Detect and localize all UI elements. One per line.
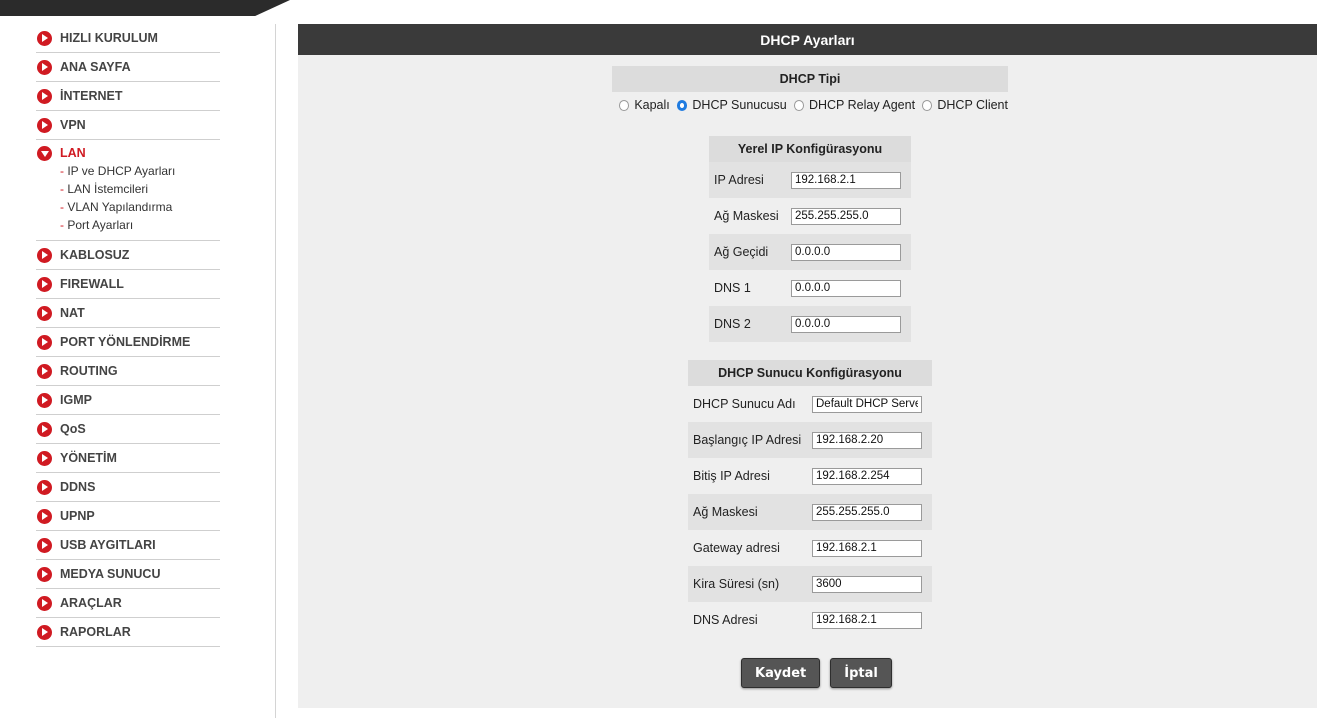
- field-row-gateway-address: Gateway adresi: [688, 530, 932, 566]
- nav-subitem-port-settings[interactable]: - Port Ayarları: [60, 216, 220, 234]
- dhcp-server-section: DHCP Sunucu Konfigürasyonu DHCP Sunucu A…: [688, 360, 932, 638]
- field-row-server-mask: Ağ Maskesi: [688, 494, 932, 530]
- arrow-right-icon: [37, 450, 52, 466]
- arrow-right-icon: [37, 247, 52, 263]
- nav-item-igmp[interactable]: IGMP: [36, 386, 220, 415]
- nav-item-yonetim[interactable]: YÖNETİM: [36, 444, 220, 473]
- local-ip-heading: Yerel IP Konfigürasyonu: [709, 136, 911, 162]
- dhcp-type-section: DHCP Tipi Kapalı DHCP Sunucusu DHCP Rela…: [612, 66, 1008, 118]
- save-button[interactable]: Kaydet: [741, 658, 821, 688]
- dns1-input[interactable]: [791, 279, 901, 297]
- arrow-right-icon: [37, 421, 52, 437]
- dhcp-type-heading: DHCP Tipi: [612, 66, 1008, 92]
- field-row-start-ip: Başlangıç IP Adresi: [688, 422, 932, 458]
- nav-item-hizli-kurulum[interactable]: HIZLI KURULUM: [36, 24, 220, 53]
- lease-time-input[interactable]: [812, 575, 922, 593]
- arrow-right-icon: [37, 276, 52, 292]
- nav-item-usb-aygitlari[interactable]: USB AYGITLARI: [36, 531, 220, 560]
- nav-item-ddns[interactable]: DDNS: [36, 473, 220, 502]
- nav-group-lan: LAN - IP ve DHCP Ayarları - LAN İstemcil…: [36, 140, 220, 241]
- nav-subitem-vlan[interactable]: - VLAN Yapılandırma: [60, 198, 220, 216]
- arrow-right-icon: [37, 334, 52, 350]
- nav-item-raporlar[interactable]: RAPORLAR: [36, 618, 220, 647]
- arrow-right-icon: [37, 59, 52, 75]
- subnet-mask-input[interactable]: [791, 207, 901, 225]
- sidebar-nav: HIZLI KURULUM ANA SAYFA İNTERNET VPN LAN…: [36, 24, 220, 647]
- server-mask-input[interactable]: [812, 503, 922, 521]
- field-row-ip-address: IP Adresi: [709, 162, 911, 198]
- nav-item-firewall[interactable]: FIREWALL: [36, 270, 220, 299]
- start-ip-input[interactable]: [812, 431, 922, 449]
- arrow-down-icon: [37, 145, 52, 161]
- arrow-right-icon: [37, 363, 52, 379]
- arrow-right-icon: [37, 595, 52, 611]
- field-row-dns1: DNS 1: [709, 270, 911, 306]
- nav-item-nat[interactable]: NAT: [36, 299, 220, 328]
- field-row-dns-address: DNS Adresi: [688, 602, 932, 638]
- dhcp-server-heading: DHCP Sunucu Konfigürasyonu: [688, 360, 932, 386]
- nav-item-kablosuz[interactable]: KABLOSUZ: [36, 241, 220, 270]
- radio-dhcp-client[interactable]: [922, 99, 933, 111]
- sidebar-divider: [275, 24, 276, 718]
- nav-item-qos[interactable]: QoS: [36, 415, 220, 444]
- dns-address-input[interactable]: [812, 611, 922, 629]
- nav-item-vpn[interactable]: VPN: [36, 111, 220, 140]
- arrow-right-icon: [37, 392, 52, 408]
- field-row-subnet-mask: Ağ Maskesi: [709, 198, 911, 234]
- radio-dhcp-relay-agent[interactable]: [793, 99, 804, 111]
- arrow-right-icon: [37, 624, 52, 640]
- field-row-lease-time: Kira Süresi (sn): [688, 566, 932, 602]
- arrow-right-icon: [37, 30, 52, 46]
- field-row-dns2: DNS 2: [709, 306, 911, 342]
- nav-item-routing[interactable]: ROUTING: [36, 357, 220, 386]
- radio-kapali[interactable]: [619, 99, 630, 111]
- page-title: DHCP Ayarları: [298, 24, 1317, 55]
- nav-item-lan[interactable]: LAN: [36, 144, 220, 162]
- ip-address-input[interactable]: [791, 171, 901, 189]
- field-row-end-ip: Bitiş IP Adresi: [688, 458, 932, 494]
- field-row-server-name: DHCP Sunucu Adı: [688, 386, 932, 422]
- end-ip-input[interactable]: [812, 467, 922, 485]
- nav-item-port-yonlendirme[interactable]: PORT YÖNLENDİRME: [36, 328, 220, 357]
- arrow-right-icon: [37, 508, 52, 524]
- local-ip-section: Yerel IP Konfigürasyonu IP Adresi Ağ Mas…: [709, 136, 911, 342]
- server-name-input[interactable]: [812, 395, 922, 413]
- top-banner-shape: [0, 0, 290, 16]
- form-actions: Kaydet İptal: [741, 658, 892, 688]
- gateway-address-input[interactable]: [812, 539, 922, 557]
- dns2-input[interactable]: [791, 315, 901, 333]
- arrow-right-icon: [37, 566, 52, 582]
- nav-subitem-ip-dhcp[interactable]: - IP ve DHCP Ayarları: [60, 162, 220, 180]
- nav-item-medya-sunucu[interactable]: MEDYA SUNUCU: [36, 560, 220, 589]
- arrow-right-icon: [37, 88, 52, 104]
- nav-item-internet[interactable]: İNTERNET: [36, 82, 220, 111]
- field-row-gateway: Ağ Geçidi: [709, 234, 911, 270]
- dhcp-type-options: Kapalı DHCP Sunucusu DHCP Relay Agent DH…: [612, 92, 1008, 118]
- arrow-right-icon: [37, 117, 52, 133]
- arrow-right-icon: [37, 305, 52, 321]
- arrow-right-icon: [37, 479, 52, 495]
- radio-dhcp-sunucusu[interactable]: [676, 99, 688, 111]
- nav-item-upnp[interactable]: UPNP: [36, 502, 220, 531]
- main-panel: DHCP Ayarları DHCP Tipi Kapalı DHCP Sunu…: [298, 24, 1317, 708]
- cancel-button[interactable]: İptal: [830, 658, 892, 688]
- gateway-input[interactable]: [791, 243, 901, 261]
- nav-subitem-lan-clients[interactable]: - LAN İstemcileri: [60, 180, 220, 198]
- arrow-right-icon: [37, 537, 52, 553]
- nav-item-araclar[interactable]: ARAÇLAR: [36, 589, 220, 618]
- nav-item-ana-sayfa[interactable]: ANA SAYFA: [36, 53, 220, 82]
